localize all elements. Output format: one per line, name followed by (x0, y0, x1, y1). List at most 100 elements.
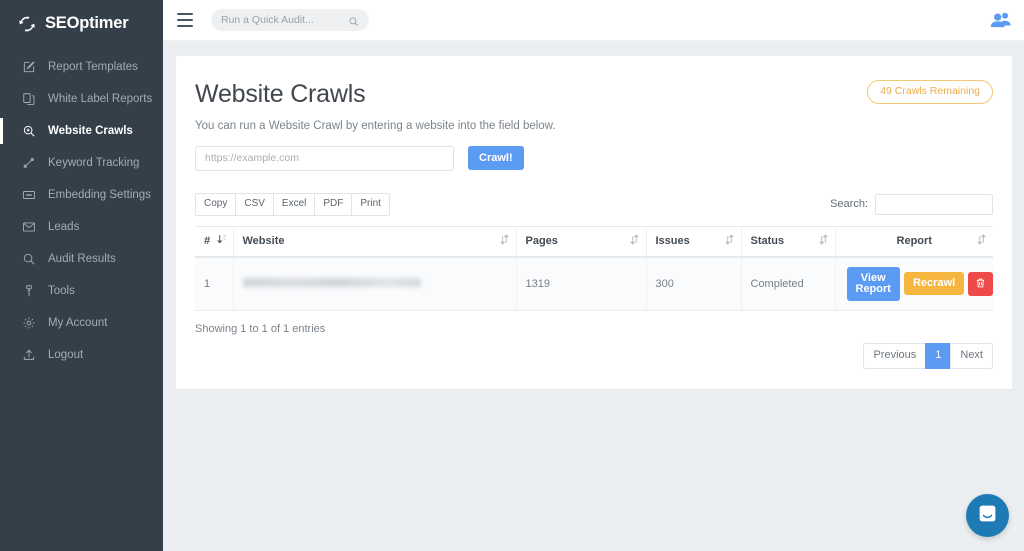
column-header-pages[interactable]: Pages (516, 226, 646, 257)
column-label: Report (897, 235, 932, 247)
sidebar-item-label: Tools (48, 285, 75, 297)
sort-both-icon (977, 234, 986, 248)
sidebar-item-label: My Account (48, 317, 107, 329)
column-header-index[interactable]: # (195, 226, 233, 257)
sidebar-item-tools[interactable]: Tools (0, 275, 163, 307)
column-label: Website (243, 235, 285, 247)
hamburger-icon[interactable] (177, 13, 193, 27)
seoptimer-logo-icon (16, 13, 38, 35)
sort-both-icon (630, 234, 639, 248)
content-wrapper: 49 Crawls Remaining Website Crawls You c… (163, 41, 1024, 389)
intercom-chat-icon (977, 503, 998, 529)
sidebar-item-label: Report Templates (48, 61, 138, 73)
sort-both-icon (819, 234, 828, 248)
sidebar: SEOptimer Report Templates White Label R… (0, 0, 163, 551)
gear-icon (21, 316, 36, 331)
view-report-button[interactable]: View Report (847, 267, 900, 301)
sort-both-icon (500, 234, 509, 248)
table-search: Search: (830, 194, 993, 215)
app-root: SEOptimer Report Templates White Label R… (0, 0, 1024, 551)
column-header-issues[interactable]: Issues (646, 226, 741, 257)
logout-upload-icon (21, 348, 36, 363)
pagination-next[interactable]: Next (950, 343, 993, 369)
cell-report-actions: View Report Recrawl (835, 257, 993, 311)
sidebar-item-website-crawls[interactable]: Website Crawls (0, 115, 163, 147)
table-row: 1 1319 300 Completed View Report Recrawl (195, 257, 993, 311)
column-label: Status (751, 235, 785, 247)
column-header-report[interactable]: Report (835, 226, 993, 257)
sidebar-item-leads[interactable]: Leads (0, 211, 163, 243)
table-header-row: # Website (195, 226, 993, 257)
sidebar-nav: Report Templates White Label Reports Web… (0, 51, 163, 371)
envelope-icon (21, 220, 36, 235)
recrawl-button[interactable]: Recrawl (904, 272, 964, 295)
sidebar-item-white-label-reports[interactable]: White Label Reports (0, 83, 163, 115)
sidebar-item-logout[interactable]: Logout (0, 339, 163, 371)
chat-launcher-button[interactable] (966, 494, 1009, 537)
excel-button[interactable]: Excel (273, 193, 314, 216)
magnifier-icon (21, 252, 36, 267)
search-icon (348, 14, 359, 32)
table-body: 1 1319 300 Completed View Report Recrawl (195, 257, 993, 311)
brand-name: SEOptimer (45, 14, 128, 33)
column-label: # (204, 235, 210, 247)
sidebar-item-label: Audit Results (48, 253, 116, 265)
table-head: # Website (195, 226, 993, 257)
export-button-group: Copy CSV Excel PDF Print (195, 193, 390, 216)
topbar (163, 0, 1024, 41)
pdf-button[interactable]: PDF (314, 193, 351, 216)
trending-line-icon (21, 156, 36, 171)
sidebar-item-label: Embedding Settings (48, 189, 151, 201)
sort-both-icon (725, 234, 734, 248)
row-actions: View Report Recrawl (845, 267, 985, 301)
sidebar-item-keyword-tracking[interactable]: Keyword Tracking (0, 147, 163, 179)
sidebar-item-label: Logout (48, 349, 83, 361)
redacted-website-value (243, 278, 421, 287)
trash-icon (975, 277, 986, 291)
column-label: Issues (656, 235, 690, 247)
main-area: 49 Crawls Remaining Website Crawls You c… (163, 0, 1024, 551)
copy-button[interactable]: Copy (195, 193, 235, 216)
cell-website[interactable] (233, 257, 516, 311)
quick-audit-search[interactable] (211, 9, 369, 31)
crawls-remaining-badge[interactable]: 49 Crawls Remaining (867, 80, 993, 104)
print-button[interactable]: Print (351, 193, 390, 216)
csv-button[interactable]: CSV (235, 193, 273, 216)
pagination: Previous 1 Next (863, 343, 993, 369)
website-url-input[interactable] (195, 146, 454, 171)
sidebar-item-embedding-settings[interactable]: Embedding Settings (0, 179, 163, 211)
magnifier-plus-icon (21, 124, 36, 139)
wrench-icon (21, 284, 36, 299)
pagination-page-1[interactable]: 1 (925, 343, 950, 369)
sidebar-item-label: Leads (48, 221, 79, 233)
column-label: Pages (526, 235, 558, 247)
sort-desc-icon (217, 234, 226, 248)
table-toolbar: Copy CSV Excel PDF Print Search: (195, 193, 993, 216)
cell-index: 1 (195, 257, 233, 311)
delete-crawl-button[interactable] (968, 272, 993, 296)
crawl-button[interactable]: Crawl! (468, 146, 524, 170)
website-crawls-card: 49 Crawls Remaining Website Crawls You c… (176, 56, 1012, 389)
cell-pages: 1319 (516, 257, 646, 311)
table-search-label: Search: (830, 198, 868, 210)
sidebar-item-label: Keyword Tracking (48, 157, 139, 169)
pagination-previous[interactable]: Previous (863, 343, 925, 369)
sidebar-item-my-account[interactable]: My Account (0, 307, 163, 339)
column-header-status[interactable]: Status (741, 226, 835, 257)
people-icon[interactable] (990, 11, 1012, 29)
sidebar-item-audit-results[interactable]: Audit Results (0, 243, 163, 275)
sidebar-item-label: White Label Reports (48, 93, 152, 105)
page-subtitle: You can run a Website Crawl by entering … (195, 120, 993, 132)
search-input[interactable] (221, 14, 339, 26)
column-header-website[interactable]: Website (233, 226, 516, 257)
entries-info: Showing 1 to 1 of 1 entries (195, 323, 325, 335)
sidebar-item-label: Website Crawls (48, 125, 133, 137)
cell-issues: 300 (646, 257, 741, 311)
table-search-input[interactable] (875, 194, 993, 215)
brand-logo-area[interactable]: SEOptimer (0, 0, 163, 47)
sidebar-item-report-templates[interactable]: Report Templates (0, 51, 163, 83)
embed-box-icon (21, 188, 36, 203)
pencil-square-icon (21, 60, 36, 75)
copy-documents-icon (21, 92, 36, 107)
cell-status: Completed (741, 257, 835, 311)
